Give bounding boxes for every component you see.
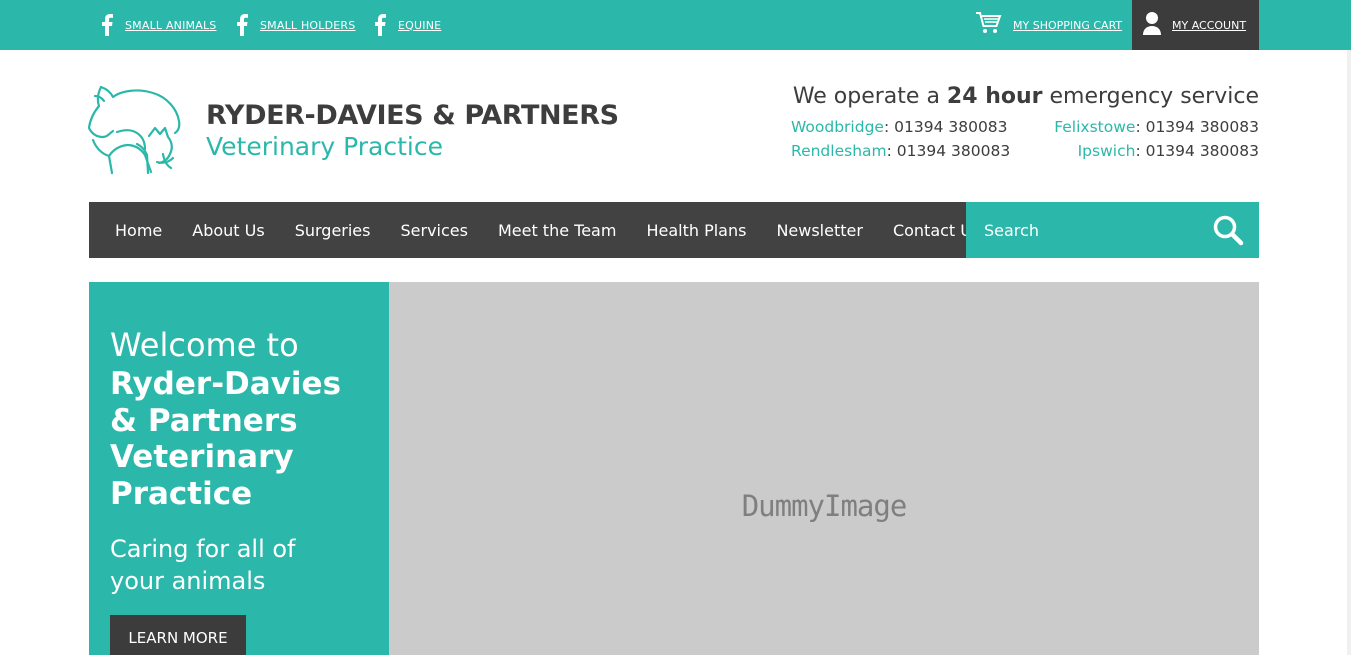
hero-welcome: Welcome to [110,326,299,364]
social-link-label[interactable]: EQUINE [398,19,441,32]
brand-subtitle: Veterinary Practice [206,132,443,161]
hero-title: Ryder-Davies & Partners Veterinary Pract… [110,366,342,512]
facebook-icon [97,12,117,38]
branch-name: Felixstowe [1054,118,1136,136]
hero-image: DummyImage [389,282,1259,655]
brand-name[interactable]: RYDER-DAVIES & PARTNERS [206,100,619,131]
shopping-cart-link[interactable]: MY SHOPPING CART [975,0,1122,50]
nav-meet-the-team[interactable]: Meet the Team [498,221,616,240]
nav-health-plans[interactable]: Health Plans [646,221,746,240]
branch-phone[interactable]: : 01394 380083 [1135,118,1259,136]
social-link-equine[interactable]: EQUINE [370,0,441,50]
hero-panel: Welcome to Ryder-Davies & Partners Veter… [89,282,389,655]
emergency-post: emergency service [1042,84,1259,109]
branch-phone[interactable]: : 01394 380083 [1135,142,1259,160]
social-link-small-animals[interactable]: SMALL ANIMALS [97,0,216,50]
emergency-hours: 24 hour [946,84,1043,109]
social-link-small-holders[interactable]: SMALL HOLDERS [232,0,355,50]
cart-icon [975,11,1002,39]
branch-phone[interactable]: : 01394 380083 [887,142,1011,160]
branch-woodbridge: Woodbridge: 01394 380083 [791,118,1008,136]
social-link-label[interactable]: SMALL HOLDERS [260,19,355,32]
image-placeholder-text: DummyImage [741,489,908,523]
nav-services[interactable]: Services [400,221,467,240]
main-nav: Home About Us Surgeries Services Meet th… [89,202,980,258]
learn-more-button[interactable]: LEARN MORE [110,615,246,655]
logo-icon[interactable] [87,84,189,178]
branch-name: Ipswich [1077,142,1136,160]
top-bar: SMALL ANIMALS SMALL HOLDERS EQUINE MY SH… [0,0,1351,50]
branch-rendlesham: Rendlesham: 01394 380083 [791,142,1010,160]
branch-name: Woodbridge [791,118,884,136]
branch-phone[interactable]: : 01394 380083 [884,118,1008,136]
hero-tagline: Caring for all of your animals [110,535,296,595]
nav-newsletter[interactable]: Newsletter [776,221,863,240]
branch-ipswich: Ipswich: 01394 380083 [1078,142,1259,160]
facebook-icon [232,12,252,38]
search-box [966,202,1259,258]
user-icon [1143,11,1161,39]
nav-surgeries[interactable]: Surgeries [295,221,371,240]
cart-label[interactable]: MY SHOPPING CART [1013,19,1122,32]
branch-felixstowe: Felixstowe: 01394 380083 [1054,118,1259,136]
emergency-pre: We operate a [792,84,947,109]
facebook-icon [370,12,390,38]
nav-home[interactable]: Home [115,221,162,240]
my-account-link[interactable]: MY ACCOUNT [1132,0,1259,50]
search-icon[interactable] [1212,214,1246,248]
nav-about-us[interactable]: About Us [192,221,264,240]
account-label[interactable]: MY ACCOUNT [1172,19,1246,32]
social-link-label[interactable]: SMALL ANIMALS [125,19,216,32]
search-input[interactable] [966,202,1206,258]
scrollbar[interactable] [1347,50,1351,655]
emergency-notice: We operate a 24 hour emergency service [793,84,1259,109]
branch-name: Rendlesham [791,142,887,160]
